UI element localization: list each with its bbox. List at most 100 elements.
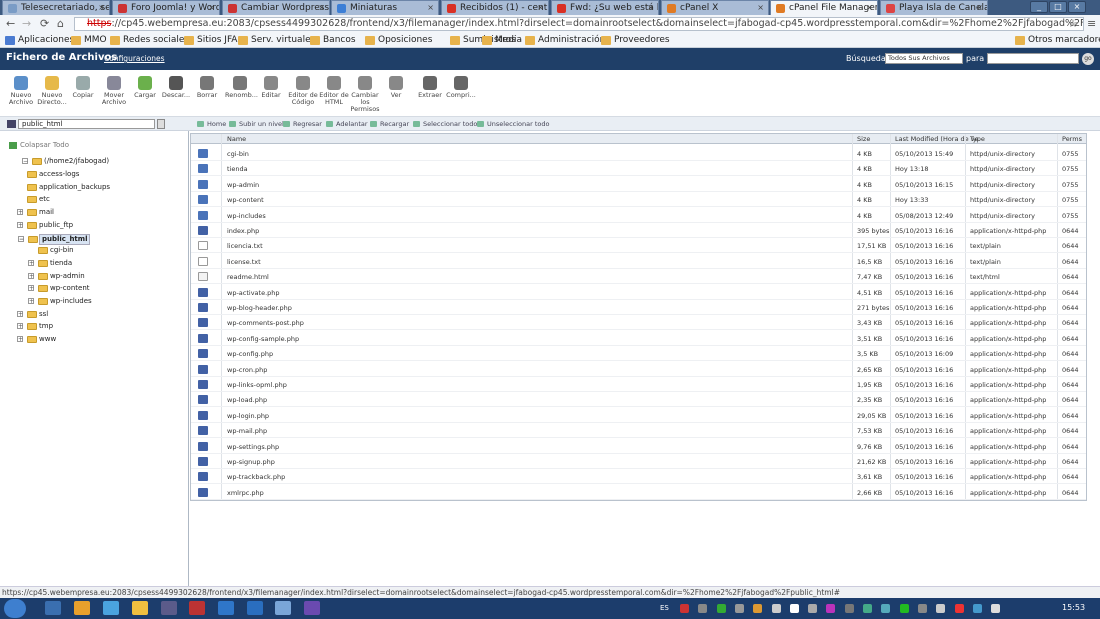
browser-tab[interactable]: Cambiar Wordpress × [222, 0, 330, 15]
tree-node[interactable]: cgi-bin [38, 246, 74, 255]
path-action[interactable]: Unseleccionar todo [477, 120, 549, 128]
tray-icon[interactable] [698, 604, 708, 613]
start-button[interactable] [4, 599, 26, 618]
tree-expand-icon[interactable]: + [28, 285, 34, 292]
taskbar-app-icon[interactable] [74, 601, 90, 615]
tree-node[interactable]: application_backups [27, 183, 110, 192]
table-row[interactable]: wp-links-opml.php 1,95 KB 05/10/2013 16:16… [191, 377, 1086, 392]
other-bookmarks[interactable]: Otros marcadores [1015, 34, 1100, 47]
tree-node[interactable]: + mail [17, 208, 54, 217]
tool-button[interactable]: Nuevo Archivo [6, 76, 36, 106]
column-header[interactable]: Name [227, 135, 246, 143]
tool-button[interactable]: Compri... [446, 76, 476, 99]
taskbar-app-icon[interactable] [45, 601, 61, 615]
tray-icon[interactable] [826, 604, 836, 613]
bookmark-item[interactable]: Bancos [310, 34, 356, 47]
tray-icon[interactable] [991, 604, 1001, 613]
column-header[interactable]: Perms [1062, 135, 1082, 143]
tree-node[interactable]: access-logs [27, 170, 79, 179]
table-row[interactable]: index.php 395 bytes 05/10/2013 16:16 applic… [191, 223, 1086, 238]
tray-icon[interactable] [680, 604, 689, 613]
tab-close-icon[interactable]: × [208, 1, 215, 15]
tree-node[interactable]: + wp-includes [28, 297, 92, 306]
table-row[interactable]: wp-mail.php 7,53 KB 05/10/2013 16:16 applic… [191, 423, 1086, 439]
table-row[interactable]: license.txt 16,5 KB 05/10/2013 16:16 text/p… [191, 254, 1086, 269]
reload-icon[interactable]: ⟳ [40, 17, 49, 31]
bookmark-item[interactable]: MMO [71, 34, 107, 47]
table-row[interactable]: wp-load.php 2,35 KB 05/10/2013 16:16 applic… [191, 392, 1086, 408]
menu-icon[interactable]: ≡ [1087, 17, 1096, 31]
path-action[interactable]: Seleccionar todo [413, 120, 477, 128]
browser-tab[interactable]: cPanel File Manager × [770, 0, 878, 15]
tool-button[interactable]: Editar [256, 76, 286, 99]
path-input[interactable]: public_html [18, 119, 155, 129]
bookmark-item[interactable]: Administración [525, 34, 605, 47]
table-row[interactable]: wp-settings.php 9,76 KB 05/10/2013 16:16 ap… [191, 439, 1086, 454]
tree-expand-icon[interactable]: + [28, 272, 34, 279]
tree-node[interactable]: etc [27, 195, 50, 204]
browser-tab[interactable]: Recibidos (1) - centr × [441, 0, 549, 15]
browser-tab[interactable]: Fwd: ¿Su web está lis × [551, 0, 659, 15]
language-indicator[interactable]: ES [660, 604, 669, 612]
home-button-icon[interactable]: ⌂ [57, 17, 64, 31]
table-row[interactable]: cgi-bin 4 KB 05/10/2013 15:49 httpd/unix-di… [191, 146, 1086, 161]
tab-close-icon[interactable]: × [537, 1, 544, 15]
tray-icon[interactable] [844, 604, 854, 613]
tree-expand-icon[interactable]: + [17, 209, 23, 216]
search-go-button[interactable]: go [1082, 53, 1094, 65]
tree-node[interactable]: + tienda [28, 259, 72, 268]
path-action[interactable]: Subir un nivel [229, 120, 284, 128]
tree-expand-icon[interactable]: + [28, 298, 34, 305]
close-window-icon[interactable]: × [1068, 1, 1086, 13]
table-row[interactable]: wp-blog-header.php 271 bytes 05/10/2013 16… [191, 300, 1086, 315]
forward-icon[interactable]: → [22, 17, 31, 31]
tool-button[interactable]: Cargar [130, 76, 160, 99]
table-row[interactable]: wp-activate.php 4,51 KB 05/10/2013 16:16 ap… [191, 285, 1086, 300]
tool-button[interactable]: Ver [381, 76, 411, 99]
tab-close-icon[interactable]: × [647, 1, 654, 15]
tray-icon[interactable] [789, 604, 799, 613]
search-scope-select[interactable]: Todos Sus Archivos [885, 53, 963, 64]
back-icon[interactable]: ← [6, 17, 15, 31]
tree-expand-icon[interactable]: + [17, 336, 23, 343]
tool-button[interactable]: Copiar [68, 76, 98, 99]
table-row[interactable]: wp-comments-post.php 3,43 KB 05/10/2013 16… [191, 315, 1086, 331]
tree-node[interactable]: + public_ftp [17, 221, 73, 230]
table-row[interactable]: wp-content 4 KB Hoy 13:33 httpd/unix-direct… [191, 192, 1086, 208]
tree-collapse-icon[interactable]: − [18, 235, 24, 242]
bookmark-item[interactable]: Serv. virtuales [238, 34, 315, 47]
tree-collapse-icon[interactable]: − [22, 158, 28, 165]
taskbar-app-icon[interactable] [218, 601, 234, 615]
table-row[interactable]: readme.html 7,47 KB 05/10/2013 16:16 text/h… [191, 269, 1086, 285]
collapse-all-link[interactable]: Colapsar Todo [9, 141, 69, 149]
bookmark-item[interactable]: Sitios JFA [184, 34, 237, 47]
browser-tab[interactable]: Telesecretariado, se × [2, 0, 110, 15]
table-row[interactable]: tienda 4 KB Hoy 13:18 httpd/unix-directory 0… [191, 161, 1086, 177]
path-action[interactable]: Home [197, 120, 226, 128]
tool-button[interactable]: Editor de HTML [319, 76, 349, 106]
bookmark-star-icon[interactable]: ☆ [1068, 17, 1078, 31]
table-row[interactable]: wp-trackback.php 3,61 KB 05/10/2013 16:16 a… [191, 469, 1086, 485]
tab-close-icon[interactable]: × [866, 1, 873, 15]
browser-tab[interactable]: Playa Isla de Canela × [880, 0, 988, 15]
taskbar-app-icon[interactable] [304, 601, 320, 615]
taskbar-app-icon[interactable] [189, 601, 205, 615]
path-action[interactable]: Recargar [370, 120, 409, 128]
tray-icon[interactable] [954, 604, 964, 613]
tab-close-icon[interactable]: × [427, 1, 434, 15]
tree-root[interactable]: (/home2/jfabogad) − [22, 157, 109, 166]
tray-icon[interactable] [899, 604, 909, 613]
column-header[interactable]: Size [857, 135, 870, 143]
tool-button[interactable]: Borrar [192, 76, 222, 99]
tree-node[interactable]: + wp-admin [28, 272, 85, 281]
tray-icon[interactable] [808, 604, 818, 613]
column-header[interactable]: Type [970, 135, 985, 143]
tree-node[interactable]: + wp-content [28, 284, 90, 293]
browser-tab[interactable]: cPanel X × [661, 0, 769, 15]
tray-icon[interactable] [917, 604, 927, 613]
tree-node[interactable]: + tmp [17, 322, 53, 331]
url-input[interactable]: https://cp45.webempresa.eu:2083/cpsess44… [74, 17, 1084, 31]
tab-close-icon[interactable]: × [98, 1, 105, 15]
path-action[interactable]: Regresar [283, 120, 322, 128]
tree-expand-icon[interactable]: + [17, 221, 23, 228]
